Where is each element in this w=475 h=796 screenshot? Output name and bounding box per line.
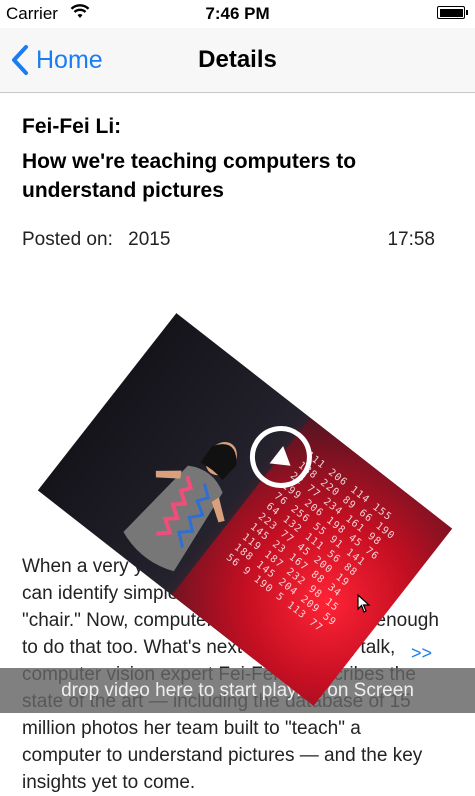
page-title: Details [198,46,277,73]
posted-row: Posted on: 2015 17:58 [22,229,435,251]
duration-label: 17:58 [387,229,435,250]
navigation-bar: Home Details [0,28,475,93]
play-icon [269,446,291,466]
status-bar: Carrier 7:46 PM [0,0,475,28]
battery-icon [437,6,468,19]
speaker-name: Fei-Fei Li: [22,115,122,138]
more-link[interactable]: >> [411,643,432,664]
talk-title: How we're teaching computers to understa… [22,150,357,202]
posted-year: 2015 [128,229,171,250]
drop-zone[interactable]: drop video here to start playing on Scre… [0,668,475,713]
status-time: 7:46 PM [205,4,270,23]
posted-label: Posted on: [22,229,113,250]
cursor-icon [357,594,371,613]
